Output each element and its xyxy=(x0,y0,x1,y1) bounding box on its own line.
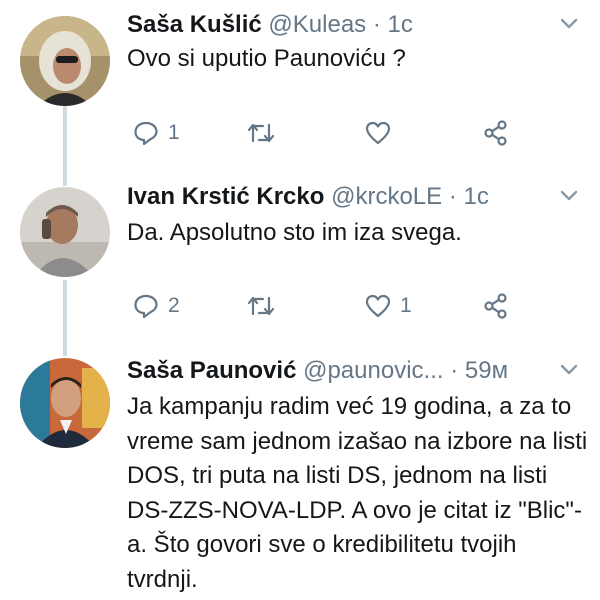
chevron-down-icon[interactable] xyxy=(558,184,580,206)
like-button[interactable] xyxy=(364,118,400,148)
tweet[interactable]: Saša Kušlić @Kuleas · 1c Ovo si uputio P… xyxy=(0,10,600,160)
heart-icon xyxy=(365,121,391,145)
user-handle[interactable]: @krckoLE xyxy=(331,183,442,210)
action-bar: 1 xyxy=(0,118,600,148)
separator-dot: · xyxy=(450,357,459,384)
tweet[interactable]: Saša Paunović @paunovic... · 59м Ja kamp… xyxy=(0,356,600,600)
avatar[interactable] xyxy=(20,16,110,106)
separator-dot: · xyxy=(448,183,457,210)
avatar-photo xyxy=(20,358,110,448)
reply-count: 1 xyxy=(168,121,180,144)
user-handle[interactable]: @Kuleas xyxy=(268,11,366,38)
tweet-text: Da. Apsolutno sto im iza svega. xyxy=(127,219,462,246)
tweet[interactable]: Ivan Krstić Krcko @krckoLE · 1c Da. Apso… xyxy=(0,182,600,332)
timestamp[interactable]: 1c xyxy=(464,183,489,210)
tweet-header: Saša Kušlić @Kuleas · 1c xyxy=(127,10,560,40)
chevron-down-icon[interactable] xyxy=(558,12,580,34)
like-button[interactable]: 1 xyxy=(364,291,412,321)
timestamp[interactable]: 59м xyxy=(465,357,508,384)
action-bar: 2 1 xyxy=(0,291,600,321)
display-name[interactable]: Saša Kušlić xyxy=(127,11,262,38)
avatar-photo xyxy=(20,187,110,277)
reply-count: 2 xyxy=(168,294,180,317)
share-icon xyxy=(484,120,507,146)
avatar-photo xyxy=(20,16,110,106)
like-count: 1 xyxy=(400,294,412,317)
reply-icon xyxy=(134,121,158,146)
tweet-text: Ja kampanju radim već 19 godina, a za to… xyxy=(127,393,588,593)
reply-icon xyxy=(134,294,158,319)
share-button[interactable] xyxy=(482,118,510,148)
avatar[interactable] xyxy=(20,187,110,277)
user-handle[interactable]: @paunovic... xyxy=(303,357,443,384)
retweet-icon xyxy=(247,296,275,316)
retweet-button[interactable] xyxy=(246,291,284,321)
reply-button[interactable]: 2 xyxy=(132,291,180,321)
tweet-header: Ivan Krstić Krcko @krckoLE · 1c xyxy=(127,182,560,212)
heart-icon xyxy=(365,294,391,318)
timestamp[interactable]: 1c xyxy=(388,11,413,38)
avatar[interactable] xyxy=(20,358,110,448)
retweet-button[interactable] xyxy=(246,118,284,148)
retweet-icon xyxy=(247,123,275,143)
display-name[interactable]: Ivan Krstić Krcko xyxy=(127,183,324,210)
tweet-header: Saša Paunović @paunovic... · 59м xyxy=(127,356,560,386)
tweet-text: Ovo si uputio Paunoviću ? xyxy=(127,45,406,72)
share-icon xyxy=(484,293,507,319)
reply-button[interactable]: 1 xyxy=(132,118,180,148)
display-name[interactable]: Saša Paunović xyxy=(127,357,296,384)
separator-dot: · xyxy=(372,11,381,38)
share-button[interactable] xyxy=(482,291,510,321)
chevron-down-icon[interactable] xyxy=(558,358,580,380)
